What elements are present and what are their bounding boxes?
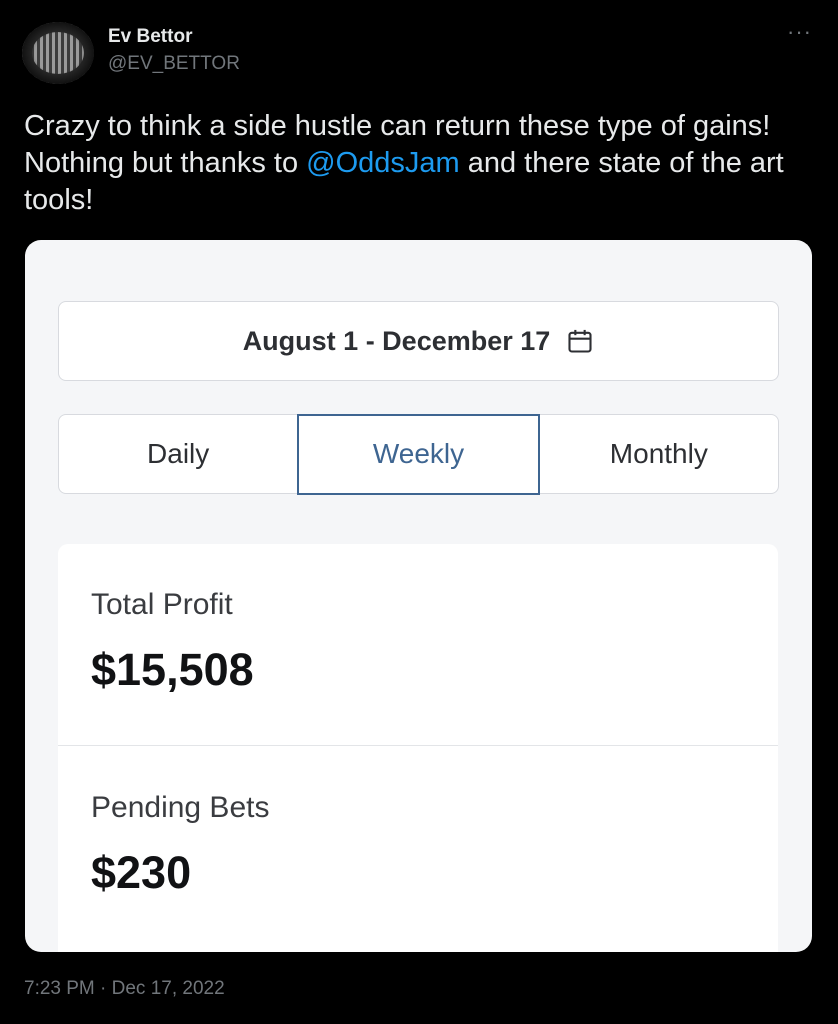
more-options-icon[interactable]: ··· <box>787 21 812 43</box>
attached-image-card[interactable]: August 1 - December 17 Daily Weekly Mont… <box>25 240 812 952</box>
calendar-icon <box>568 329 592 353</box>
tweet-text: Crazy to think a side hustle can return … <box>24 108 804 219</box>
divider <box>58 745 778 746</box>
display-name[interactable]: Ev Bettor <box>108 26 192 48</box>
stat-label: Pending Bets <box>91 791 270 824</box>
date-range-picker[interactable]: August 1 - December 17 <box>58 301 779 381</box>
stat-label: Total Profit <box>91 588 233 621</box>
period-selector: Daily Weekly Monthly <box>58 413 779 495</box>
stat-value: $230 <box>91 847 192 898</box>
tab-monthly[interactable]: Monthly <box>540 415 778 493</box>
user-handle[interactable]: @EV_BETTOR <box>108 53 240 75</box>
tab-weekly[interactable]: Weekly <box>297 413 540 495</box>
avatar[interactable] <box>22 22 94 84</box>
pending-bets-stat: Pending Bets $230 <box>91 791 751 899</box>
stats-panel: Total Profit $15,508 Pending Bets $230 <box>58 544 778 952</box>
tab-daily[interactable]: Daily <box>59 415 297 493</box>
mention-link[interactable]: @OddsJam <box>306 147 460 179</box>
date-range-label: August 1 - December 17 <box>242 325 551 356</box>
total-profit-stat: Total Profit $15,508 <box>91 588 751 696</box>
tweet-timestamp[interactable]: 7:23 PM · Dec 17, 2022 <box>24 978 225 1000</box>
stat-value: $15,508 <box>91 644 254 695</box>
